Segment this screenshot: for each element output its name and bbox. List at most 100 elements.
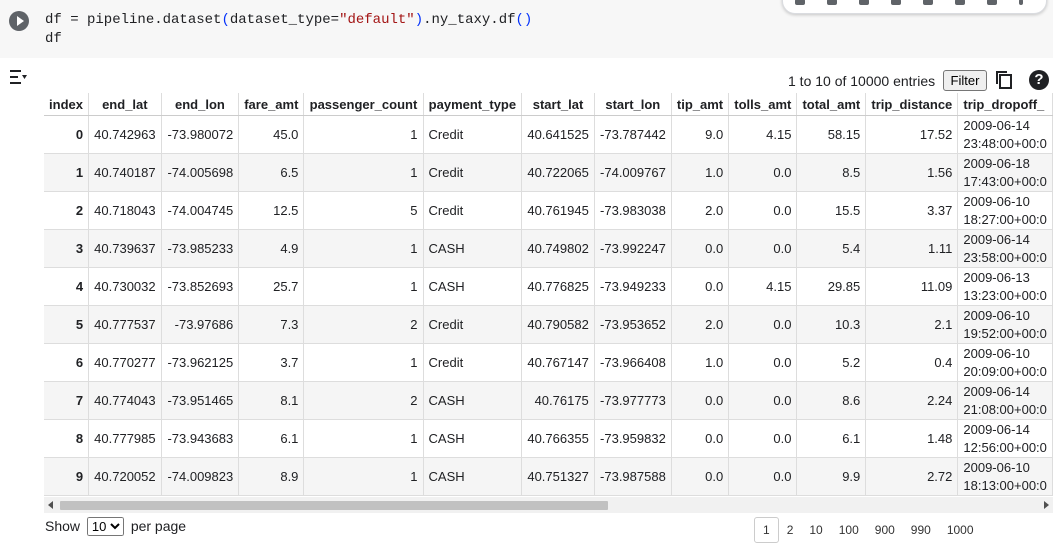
- table-row: 5 40.777537 -73.97686 7.3 2 Credit 40.790582 -7…: [44, 305, 1053, 344]
- table-cell: 0.0: [671, 457, 730, 496]
- table-cell: 2.0: [671, 305, 730, 344]
- table-cell: 2009-06-10 19:52:00+00:0: [957, 305, 1053, 344]
- code-cell[interactable]: df = pipeline.dataset(dataset_type="defa…: [0, 0, 1053, 58]
- column-header[interactable]: tip_amt: [671, 93, 730, 116]
- table-row: 1 40.740187 -74.005698 6.5 1 Credit 40.722065-…: [44, 153, 1053, 192]
- code-paren: ): [414, 12, 424, 28]
- link-icon[interactable]: [859, 0, 869, 5]
- cell-time: 12:56:00+00:0: [963, 439, 1047, 455]
- table-cell: 40.740187: [88, 153, 162, 192]
- page-link[interactable]: 990: [903, 517, 939, 543]
- table-cell: 0.0: [728, 381, 798, 420]
- horizontal-scrollbar[interactable]: [44, 497, 1053, 513]
- cell-time: 21:08:00+00:0: [963, 401, 1047, 417]
- cell-date: 2009-06-14: [963, 383, 1030, 399]
- table-cell: -73.992247: [594, 229, 672, 268]
- page-link[interactable]: 1000: [939, 517, 982, 543]
- page-link[interactable]: 1: [754, 516, 779, 543]
- code-editor[interactable]: df = pipeline.dataset(dataset_type="defa…: [45, 11, 532, 49]
- column-header[interactable]: end_lat: [88, 93, 162, 116]
- per-page-select[interactable]: 10: [86, 517, 124, 536]
- scroll-left-icon[interactable]: [48, 501, 53, 509]
- move-up-icon[interactable]: [795, 0, 805, 5]
- delete-icon[interactable]: [987, 0, 997, 5]
- table-cell: 0.0: [671, 381, 730, 420]
- column-header[interactable]: index: [44, 93, 90, 116]
- cell-date: 2009-06-10: [963, 193, 1030, 209]
- mirror-cell-icon[interactable]: [955, 0, 965, 5]
- table-cell: 0.0: [671, 229, 730, 268]
- column-header[interactable]: start_lon: [594, 93, 672, 116]
- cell-time: 18:13:00+00:0: [963, 477, 1047, 493]
- table-cell: 8.6: [796, 381, 867, 420]
- more-options-icon[interactable]: [1019, 0, 1023, 5]
- table-cell: 1.56: [865, 153, 959, 192]
- column-header[interactable]: trip_distance: [865, 93, 959, 116]
- table-cell: 1: [303, 267, 424, 306]
- table-cell: 2009-06-14 12:56:00+00:0: [957, 419, 1053, 458]
- table-cell: 25.7: [238, 267, 305, 306]
- table-cell: 2009-06-13 13:23:00+00:0: [957, 267, 1053, 306]
- cell-date: 2009-06-13: [963, 269, 1030, 285]
- cell-time: 13:23:00+00:0: [963, 287, 1047, 303]
- output-actions-icon[interactable]: [9, 67, 29, 87]
- table-row: 2 40.718043 -74.004745 12.5 5 Credit 40.761945…: [44, 191, 1053, 230]
- table-cell: 3.37: [865, 191, 959, 230]
- table-cell: 58.15: [796, 115, 867, 154]
- table-cell: 2009-06-10 18:27:00+00:0: [957, 191, 1053, 230]
- table-cell: 2009-06-14 23:58:00+00:0: [957, 229, 1053, 268]
- column-header[interactable]: total_amt: [796, 93, 867, 116]
- pagination: 1 2 10 100 900 990 1000: [754, 516, 982, 543]
- table-cell: 7.3: [238, 305, 305, 344]
- filter-button[interactable]: Filter: [943, 70, 987, 91]
- data-table: index end_lat end_lon fare_amt passenger…: [44, 93, 1053, 496]
- table-cell: 40.790582: [521, 305, 595, 344]
- column-header[interactable]: payment_type: [423, 93, 523, 116]
- scrollbar-thumb[interactable]: [60, 501, 608, 510]
- table-cell: 45.0: [238, 115, 305, 154]
- table-row: 7 40.774043 -73.951465 8.1 2 CASH 40.76175 -73.…: [44, 381, 1053, 420]
- table-cell: Credit: [423, 191, 523, 230]
- column-header[interactable]: tolls_amt: [728, 93, 798, 116]
- per-page-label: per page: [130, 518, 187, 534]
- page-size-control: Show 10 per page: [45, 517, 186, 536]
- table-cell: -73.787442: [594, 115, 672, 154]
- settings-icon[interactable]: [923, 0, 933, 5]
- column-header[interactable]: start_lat: [521, 93, 595, 116]
- page-link[interactable]: 10: [801, 517, 830, 543]
- table-cell: 2009-06-14 21:08:00+00:0: [957, 381, 1053, 420]
- table-cell: 4.15: [728, 115, 798, 154]
- table-cell: 1: [303, 229, 424, 268]
- move-down-icon[interactable]: [827, 0, 837, 5]
- table-cell: 0.0: [671, 419, 730, 458]
- table-row: 9 40.720052 -74.009823 8.9 1 CASH 40.751327 -73…: [44, 457, 1053, 496]
- page-link[interactable]: 900: [867, 517, 903, 543]
- table-cell: 2: [303, 381, 424, 420]
- table-cell: 2009-06-18 17:43:00+00:0: [957, 153, 1053, 192]
- run-cell-button[interactable]: [9, 11, 29, 31]
- page-link[interactable]: 2: [779, 517, 802, 543]
- page-link[interactable]: 100: [831, 517, 867, 543]
- row-index: 7: [44, 381, 90, 420]
- help-icon[interactable]: ?: [1029, 70, 1049, 90]
- column-header[interactable]: fare_amt: [238, 93, 305, 116]
- table-cell: Credit: [423, 115, 523, 154]
- column-header[interactable]: trip_dropoff_: [957, 93, 1053, 116]
- table-cell: 11.09: [865, 267, 959, 306]
- row-index: 4: [44, 267, 90, 306]
- cell-date: 2009-06-10: [963, 459, 1030, 475]
- cell-time: 23:48:00+00:0: [963, 135, 1047, 151]
- table-cell: 2009-06-10 18:13:00+00:0: [957, 457, 1053, 496]
- copy-icon[interactable]: [995, 70, 1013, 90]
- table-cell: -73.852693: [161, 267, 240, 306]
- column-header[interactable]: passenger_count: [303, 93, 424, 116]
- table-cell: CASH: [423, 457, 523, 496]
- column-header[interactable]: end_lon: [161, 93, 240, 116]
- cell-date: 2009-06-14: [963, 421, 1030, 437]
- table-cell: -73.949233: [594, 267, 672, 306]
- cell-time: 19:52:00+00:0: [963, 325, 1047, 341]
- comment-icon[interactable]: [891, 0, 901, 5]
- scroll-right-icon[interactable]: [1044, 501, 1049, 509]
- cell-toolbar: [782, 0, 1047, 14]
- table-row: 0 40.742963 -73.980072 45.0 1 Credit 40.641525…: [44, 115, 1053, 154]
